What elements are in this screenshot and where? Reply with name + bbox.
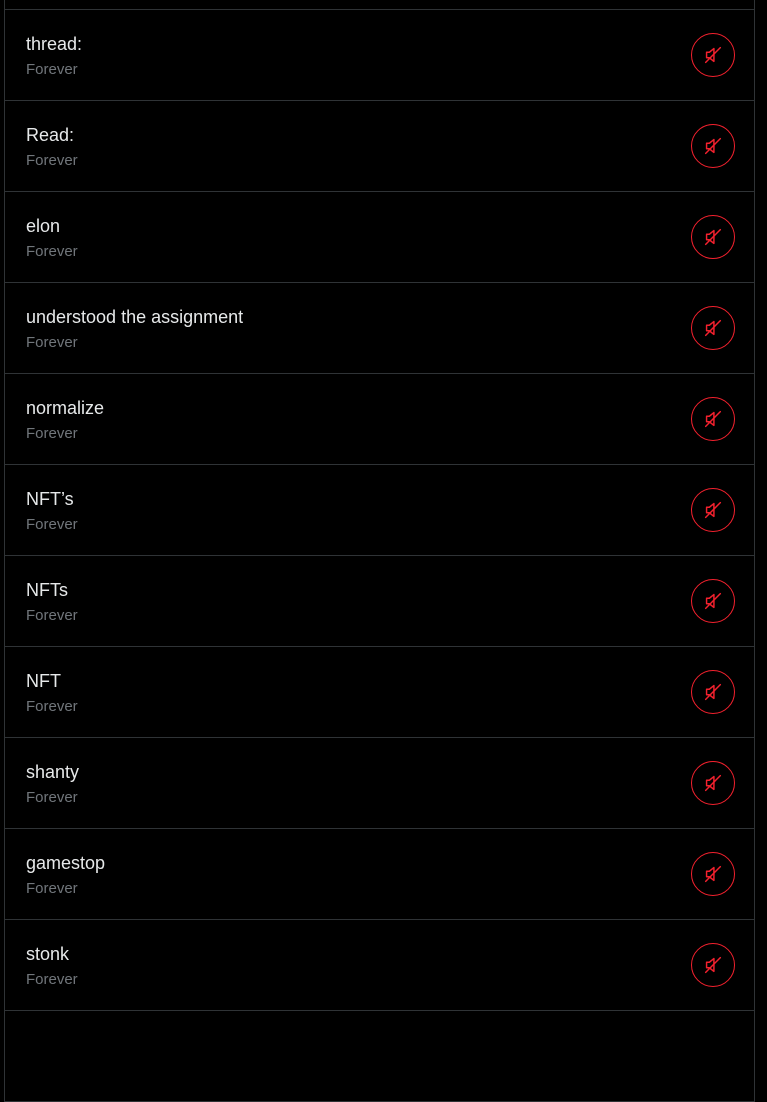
speaker-muted-icon	[704, 774, 722, 792]
muted-word-row: gamestop Forever	[5, 829, 754, 920]
muted-word-duration: Forever	[26, 880, 78, 897]
muted-word-duration: Forever	[26, 425, 78, 442]
speaker-muted-icon	[704, 592, 722, 610]
muted-word-duration: Forever	[26, 789, 78, 806]
speaker-muted-icon	[704, 228, 722, 246]
speaker-muted-icon	[704, 683, 722, 701]
speaker-muted-icon	[704, 319, 722, 337]
muted-word-row: NFT’s Forever	[5, 465, 754, 556]
muted-word-duration: Forever	[26, 971, 78, 988]
muted-word-text: NFTs	[26, 580, 68, 600]
muted-word-duration: Forever	[26, 243, 78, 260]
speaker-muted-icon	[704, 46, 722, 64]
unmute-word-button[interactable]	[691, 761, 735, 805]
muted-word-text: shanty	[26, 762, 80, 782]
muted-word-row	[5, 1011, 754, 1102]
unmute-word-button[interactable]	[691, 215, 735, 259]
muted-word-text: NFT’s	[26, 489, 74, 509]
muted-word-row: NFTs Forever	[5, 556, 754, 647]
muted-word-text: elon	[26, 216, 61, 236]
unmute-word-button[interactable]	[691, 852, 735, 896]
muted-word-row: elon Forever	[5, 192, 754, 283]
muted-word-row: understood the assignment Forever	[5, 283, 754, 374]
unmute-word-button[interactable]	[691, 579, 735, 623]
unmute-word-button[interactable]	[691, 306, 735, 350]
muted-word-duration: Forever	[26, 334, 78, 351]
speaker-muted-icon	[704, 865, 722, 883]
muted-word-text: stonk	[26, 944, 70, 964]
muted-word-text: thread:	[26, 34, 83, 54]
unmute-word-button[interactable]	[691, 124, 735, 168]
muted-word-text: NFT	[26, 671, 61, 691]
unmute-word-button[interactable]	[691, 488, 735, 532]
speaker-muted-icon	[704, 137, 722, 155]
muted-word-text: normalize	[26, 398, 105, 418]
muted-word-row: Read: Forever	[5, 101, 754, 192]
unmute-word-button[interactable]	[691, 397, 735, 441]
muted-word-text: gamestop	[26, 853, 106, 873]
speaker-muted-icon	[704, 410, 722, 428]
muted-word-row: shanty Forever	[5, 738, 754, 829]
muted-word-duration: Forever	[26, 152, 78, 169]
unmute-word-button[interactable]	[691, 943, 735, 987]
muted-word-duration: Forever	[26, 61, 78, 78]
muted-word-row: stonk Forever	[5, 920, 754, 1011]
muted-word-row: normalize Forever	[5, 374, 754, 465]
muted-word-duration: Forever	[26, 607, 78, 624]
unmute-word-button[interactable]	[691, 670, 735, 714]
muted-word-text: understood the assignment	[26, 307, 244, 327]
unmute-word-button[interactable]	[691, 33, 735, 77]
muted-words-list: thread: Forever Read: Forever elon Forev…	[4, 0, 755, 1102]
speaker-muted-icon	[704, 501, 722, 519]
muted-word-text: Read:	[26, 125, 75, 145]
muted-word-duration: Forever	[26, 698, 78, 715]
speaker-muted-icon	[704, 956, 722, 974]
muted-word-row	[5, 0, 754, 10]
muted-word-row: NFT Forever	[5, 647, 754, 738]
muted-word-duration: Forever	[26, 516, 78, 533]
muted-word-row: thread: Forever	[5, 10, 754, 101]
